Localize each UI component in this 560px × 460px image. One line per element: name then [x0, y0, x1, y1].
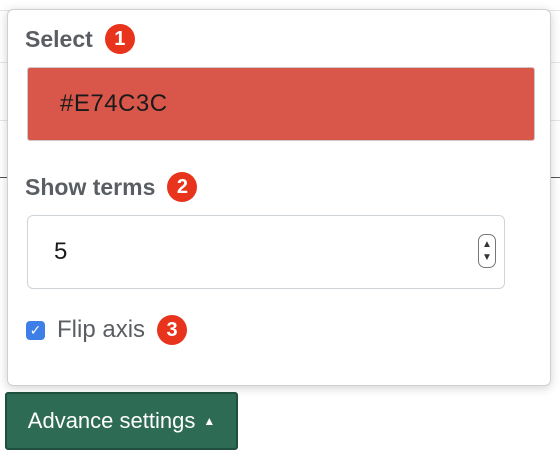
- step-badge-1: 1: [104, 24, 135, 54]
- flip-axis-row: ✓ Flip axis 3: [26, 315, 188, 345]
- advanced-settings-popover: Select 1 #E74C3C Show terms 2 5 ▲ ▼ ✓ Fl…: [7, 9, 551, 386]
- select-label: Select: [25, 25, 93, 52]
- caret-up-icon: ▲: [203, 414, 216, 428]
- advance-settings-label: Advance settings: [27, 408, 196, 433]
- color-select-field[interactable]: #E74C3C: [27, 67, 535, 141]
- advance-settings-button[interactable]: Advance settings ▲: [5, 392, 238, 450]
- step-badge-2: 2: [167, 172, 198, 202]
- flip-axis-checkbox[interactable]: ✓: [26, 320, 45, 340]
- show-terms-input[interactable]: 5 ▲ ▼: [27, 215, 505, 289]
- stepper-down-icon[interactable]: ▼: [482, 251, 492, 264]
- show-terms-label: Show terms: [25, 173, 156, 200]
- flip-axis-label[interactable]: Flip axis: [57, 316, 145, 344]
- show-terms-label-row: Show terms 2: [25, 172, 198, 202]
- select-label-row: Select 1: [25, 24, 135, 54]
- check-icon: ✓: [29, 321, 42, 338]
- number-stepper[interactable]: ▲ ▼: [478, 234, 496, 268]
- show-terms-value: 5: [54, 238, 68, 265]
- step-badge-3: 3: [157, 315, 188, 345]
- color-value-text: #E74C3C: [60, 90, 168, 117]
- stepper-up-icon[interactable]: ▲: [482, 238, 492, 251]
